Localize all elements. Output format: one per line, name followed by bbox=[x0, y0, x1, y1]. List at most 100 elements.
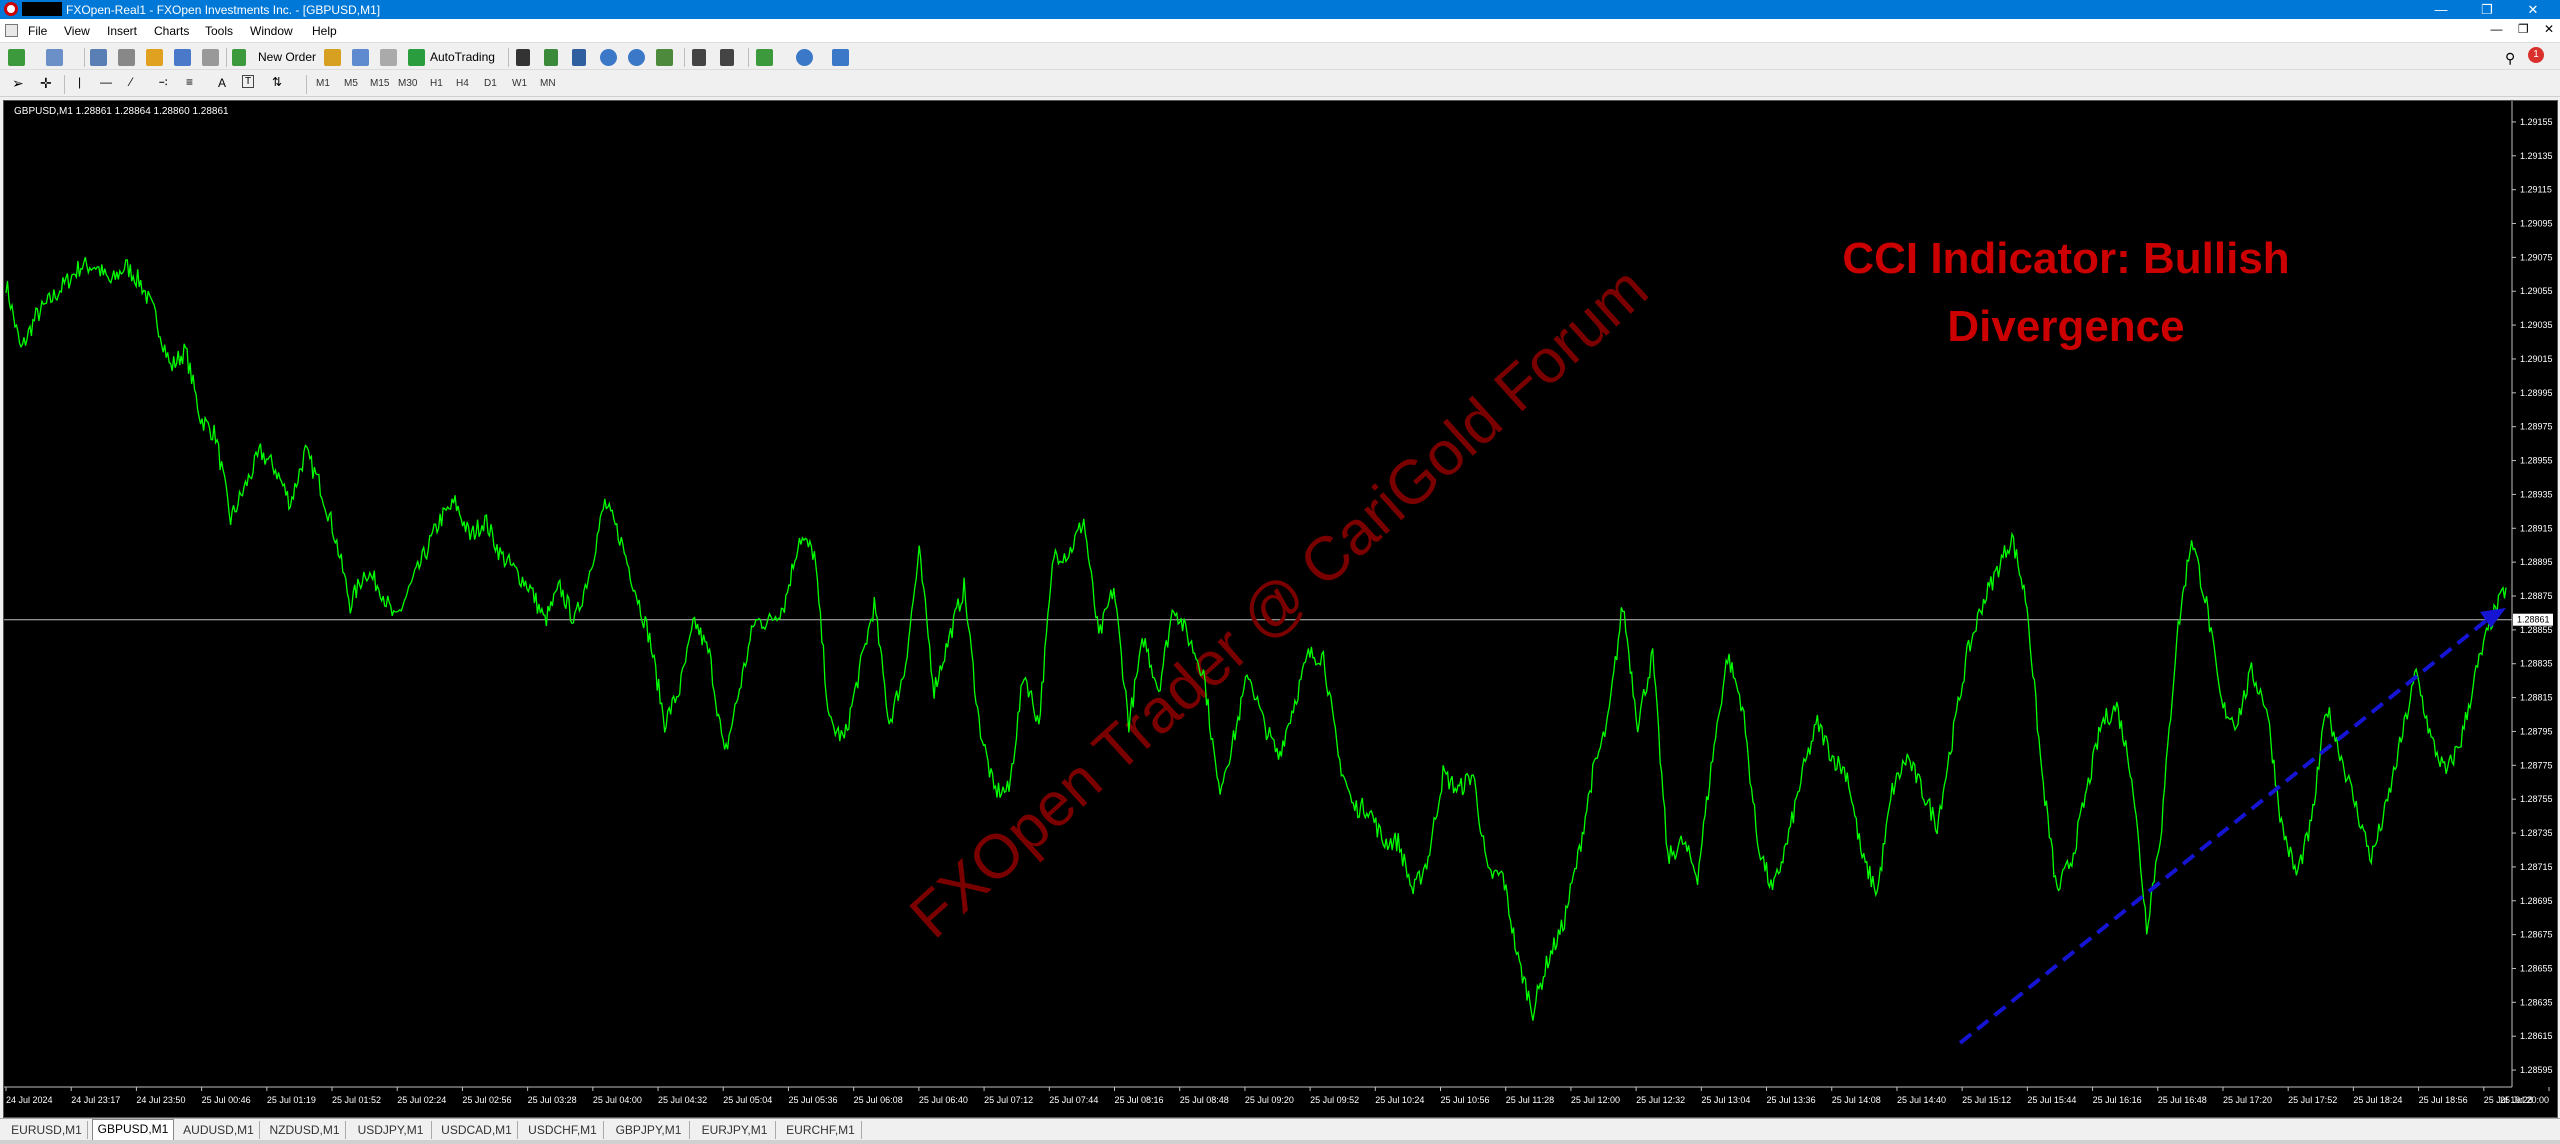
time-tick-label: 25 Jul 07:44 bbox=[1049, 1095, 1098, 1105]
menu-insert[interactable]: Insert bbox=[107, 24, 137, 38]
text-icon[interactable]: A bbox=[218, 76, 226, 90]
child-restore-icon[interactable]: ❐ bbox=[2518, 22, 2529, 36]
price-chart[interactable]: 1.29155 1.29135 1.29115 1.29095 1.29075 1.290… bbox=[3, 100, 2558, 1118]
autotrading-icon[interactable] bbox=[408, 49, 425, 66]
chart-tab-eurchf-m1[interactable]: EURCHF,M1 bbox=[780, 1121, 862, 1139]
strategy-tester-icon[interactable] bbox=[202, 49, 219, 66]
trendline-icon[interactable]: ⁄ bbox=[130, 75, 132, 89]
time-tick-label: 25 Jul 01:19 bbox=[267, 1095, 316, 1105]
terminal-icon[interactable] bbox=[174, 49, 191, 66]
chart-canvas[interactable]: 1.29155 1.29135 1.29115 1.29095 1.29075 1.290… bbox=[4, 101, 2557, 1117]
app-icon[interactable] bbox=[4, 2, 18, 16]
child-close-icon[interactable]: ✕ bbox=[2544, 22, 2554, 36]
timeframe-w1[interactable]: W1 bbox=[512, 78, 527, 89]
menu-window[interactable]: Window bbox=[250, 24, 293, 38]
timeframe-h4[interactable]: H4 bbox=[456, 78, 469, 89]
equidistant-channel-icon[interactable]: ∹ bbox=[158, 75, 168, 89]
market-icon[interactable] bbox=[380, 49, 397, 66]
restore-icon[interactable]: ❐ bbox=[2464, 0, 2510, 19]
line-chart-icon[interactable] bbox=[572, 49, 586, 66]
chart-tab-audusd-m1[interactable]: AUDUSD,M1 bbox=[178, 1121, 260, 1139]
price-tick-label: 1.28715 bbox=[2520, 862, 2553, 872]
new-order-icon[interactable] bbox=[232, 49, 246, 66]
time-tick-label: 25 Jul 06:08 bbox=[854, 1095, 903, 1105]
new-chart-icon[interactable] bbox=[8, 49, 25, 66]
timeframe-mn[interactable]: MN bbox=[540, 78, 556, 89]
timeframe-d1[interactable]: D1 bbox=[484, 78, 497, 89]
fibonacci-icon[interactable]: ≡ bbox=[186, 75, 193, 89]
time-tick-label: 25 Jul 14:08 bbox=[1832, 1095, 1881, 1105]
chart-tab-usdjpy-m1[interactable]: USDJPY,M1 bbox=[350, 1121, 432, 1139]
child-minimize-icon[interactable]: — bbox=[2490, 22, 2502, 36]
time-tick-label: 25 Jul 15:44 bbox=[2027, 1095, 2076, 1105]
chart-tab-usdchf-m1[interactable]: USDCHF,M1 bbox=[522, 1121, 604, 1139]
timeframe-m1[interactable]: M1 bbox=[316, 78, 330, 89]
autoscroll-icon[interactable] bbox=[692, 49, 706, 66]
close-icon[interactable]: ✕ bbox=[2510, 0, 2556, 19]
bar-chart-icon[interactable] bbox=[516, 49, 530, 66]
menu-file[interactable]: File bbox=[28, 24, 47, 38]
timeframe-m30[interactable]: M30 bbox=[398, 78, 417, 89]
crosshair-icon[interactable]: ✛ bbox=[40, 75, 52, 92]
signals-icon[interactable] bbox=[352, 49, 369, 66]
price-tick-label: 1.29075 bbox=[2520, 252, 2553, 262]
vertical-line-icon[interactable]: | bbox=[78, 75, 81, 89]
price-tick-label: 1.28975 bbox=[2520, 422, 2553, 432]
menu-charts[interactable]: Charts bbox=[154, 24, 189, 38]
price-tick-label: 1.28615 bbox=[2520, 1031, 2553, 1041]
time-tick-label: 25 Jul 17:52 bbox=[2288, 1095, 2337, 1105]
menu-tools[interactable]: Tools bbox=[205, 24, 233, 38]
arrows-icon[interactable]: ⇅ bbox=[272, 75, 282, 89]
price-tick-label: 1.29055 bbox=[2520, 286, 2553, 296]
profiles-icon[interactable] bbox=[46, 49, 63, 66]
price-tick-label: 1.28955 bbox=[2520, 456, 2553, 466]
time-axis: 24 Jul 2024 24 Jul 23:17 24 Jul 23:50 25 Ju… bbox=[5, 1087, 2550, 1105]
templates-icon[interactable] bbox=[832, 49, 849, 66]
price-tick-label: 1.28895 bbox=[2520, 557, 2553, 567]
data-window-icon[interactable] bbox=[118, 49, 135, 66]
current-price-label: 1.28861 bbox=[2517, 615, 2550, 625]
minimize-icon[interactable]: — bbox=[2418, 0, 2464, 19]
price-tick-label: 1.28935 bbox=[2520, 489, 2553, 499]
cursor-icon[interactable]: ➢ bbox=[12, 75, 24, 92]
chart-tab-gbpjpy-m1[interactable]: GBPJPY,M1 bbox=[608, 1121, 690, 1139]
time-tick-label: 25 Jul 09:52 bbox=[1310, 1095, 1359, 1105]
chart-tab-nzdusd-m1[interactable]: NZDUSD,M1 bbox=[264, 1121, 346, 1139]
price-tick-label: 1.28675 bbox=[2520, 930, 2553, 940]
indicators-icon[interactable] bbox=[756, 49, 773, 66]
chart-tab-usdcad-m1[interactable]: USDCAD,M1 bbox=[436, 1121, 518, 1139]
price-tick-label: 1.28635 bbox=[2520, 997, 2553, 1007]
periods-icon[interactable] bbox=[796, 49, 813, 66]
zoom-in-icon[interactable] bbox=[600, 49, 617, 66]
navigator-icon[interactable] bbox=[146, 49, 163, 66]
price-tick-label: 1.28915 bbox=[2520, 523, 2553, 533]
menu-help[interactable]: Help bbox=[312, 24, 337, 38]
metaeditor-icon[interactable] bbox=[324, 49, 341, 66]
chart-tab-eurusd-m1[interactable]: EURUSD,M1 bbox=[6, 1121, 88, 1139]
timeframe-h1[interactable]: H1 bbox=[430, 78, 443, 89]
market-watch-icon[interactable] bbox=[90, 49, 107, 66]
time-tick-label: 25 Jul 11:28 bbox=[1506, 1095, 1554, 1105]
price-tick-label: 1.29155 bbox=[2520, 117, 2553, 127]
drawing-toolbar: ➢ ✛ | — ⁄ ∹ ≡ A T ⇅ M1 M5 M15 M30 H1 H4 … bbox=[0, 71, 2560, 97]
chart-tab-eurjpy-m1[interactable]: EURJPY,M1 bbox=[694, 1121, 776, 1139]
price-tick-label: 1.28815 bbox=[2520, 693, 2553, 703]
autotrading-button[interactable]: AutoTrading bbox=[430, 50, 495, 64]
chart-window-icon[interactable] bbox=[5, 24, 18, 37]
text-label-icon[interactable]: T bbox=[242, 75, 255, 88]
price-tick-label: 1.28775 bbox=[2520, 760, 2553, 770]
candlestick-icon[interactable] bbox=[544, 49, 558, 66]
chart-shift-icon[interactable] bbox=[720, 49, 734, 66]
new-order-button[interactable]: New Order bbox=[258, 50, 316, 64]
notifications-icon[interactable]: 1 bbox=[2528, 47, 2544, 63]
price-tick-label: 1.28995 bbox=[2520, 388, 2553, 398]
zoom-out-icon[interactable] bbox=[628, 49, 645, 66]
menu-view[interactable]: View bbox=[64, 24, 90, 38]
horizontal-line-icon[interactable]: — bbox=[100, 75, 112, 89]
search-icon[interactable]: ⚲ bbox=[2505, 50, 2515, 67]
timeframe-m5[interactable]: M5 bbox=[344, 78, 358, 89]
chart-tab-gbpusd-m1[interactable]: GBPUSD,M1 bbox=[92, 1119, 174, 1140]
tile-windows-icon[interactable] bbox=[656, 49, 673, 66]
timeframe-m15[interactable]: M15 bbox=[370, 78, 389, 89]
time-tick-label: 25 Jul 12:32 bbox=[1636, 1095, 1685, 1105]
